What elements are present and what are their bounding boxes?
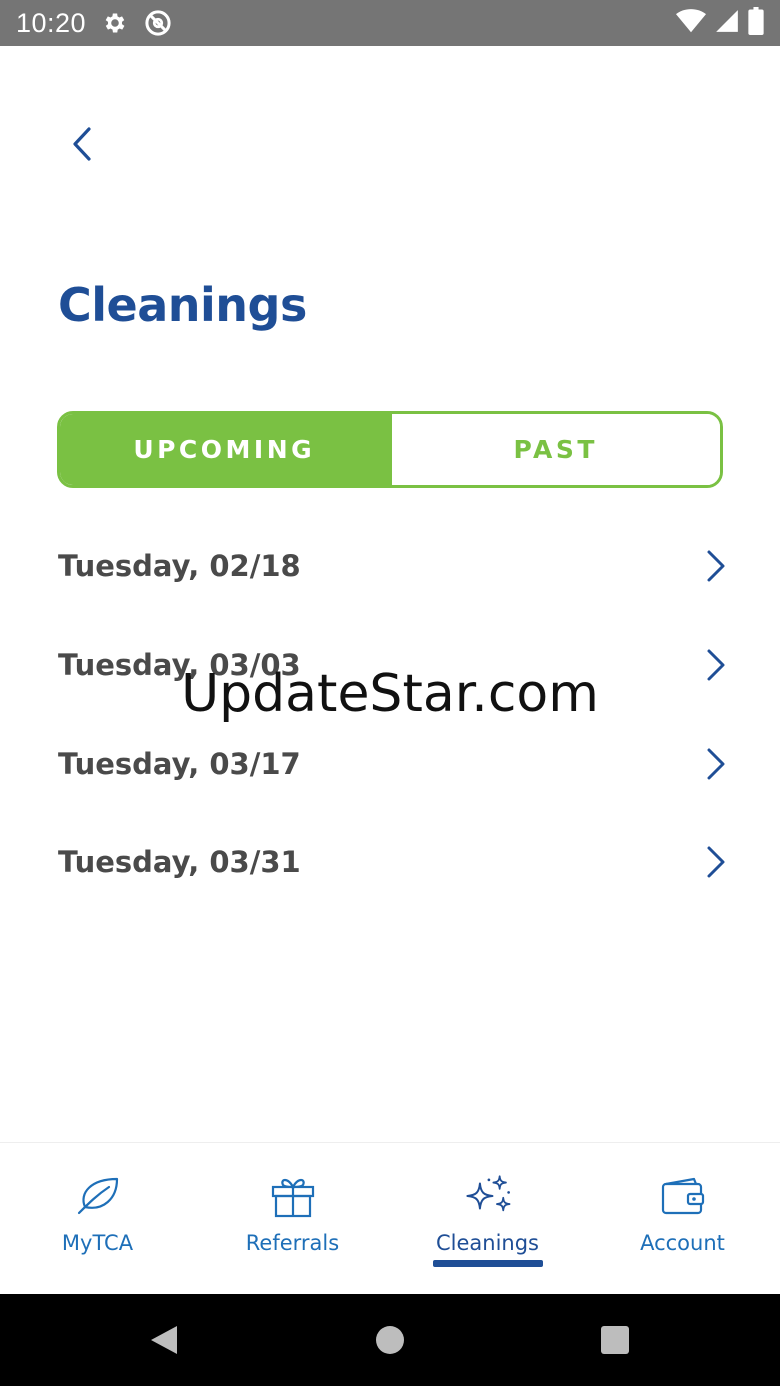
leaf-icon [72,1171,124,1221]
home-circle-icon[interactable] [372,1322,408,1358]
status-time: 10:20 [16,7,87,38]
nav-item-referrals[interactable]: Referrals [195,1143,390,1294]
gear-icon [102,10,128,36]
no-sync-icon [144,9,172,37]
cleaning-date-label: Tuesday, 03/03 [58,648,301,683]
cleaning-row-2[interactable]: Tuesday, 03/03 [0,616,780,715]
cleanings-tabs: UPCOMING PAST [57,411,723,488]
chevron-right-icon [704,746,728,782]
chevron-right-icon [704,548,728,584]
battery-icon [748,6,764,40]
recents-square-icon[interactable] [597,1322,633,1358]
nav-item-mytca[interactable]: MyTCA [0,1143,195,1294]
nav-label: MyTCA [61,1231,134,1255]
signal-icon [714,8,740,39]
nav-label: Cleanings [435,1231,539,1255]
chevron-right-icon [704,647,728,683]
tab-upcoming[interactable]: UPCOMING [60,414,389,485]
cleaning-row-3[interactable]: Tuesday, 03/17 [0,714,780,813]
back-button[interactable] [58,118,106,174]
nav-label: Account [640,1231,725,1255]
cleanings-list: Tuesday, 02/18 Tuesday, 03/03 Tuesday, 0… [0,517,780,912]
sparkles-icon [462,1171,514,1221]
tab-past[interactable]: PAST [388,414,720,485]
wallet-icon [657,1171,709,1221]
wifi-icon [676,8,706,39]
status-icons-right [676,6,764,40]
cleaning-row-4[interactable]: Tuesday, 03/31 [0,813,780,912]
nav-label: Referrals [245,1231,340,1255]
nav-item-account[interactable]: Account [585,1143,780,1294]
active-tab-indicator [432,1260,543,1267]
gift-icon [267,1171,319,1221]
back-triangle-icon[interactable] [146,1318,182,1362]
nav-item-cleanings[interactable]: Cleanings [390,1143,585,1294]
page-title: Cleanings [58,278,307,332]
chevron-right-icon [704,844,728,880]
bottom-nav: MyTCA Referrals Cleanings Account [0,1142,780,1294]
cleaning-date-label: Tuesday, 02/18 [58,549,301,584]
cleaning-row-1[interactable]: Tuesday, 02/18 [0,517,780,616]
cleaning-date-label: Tuesday, 03/31 [58,845,301,880]
status-bar: 10:20 [0,0,780,46]
system-nav-bar [0,1294,780,1386]
chevron-left-icon [71,126,93,167]
cleaning-date-label: Tuesday, 03/17 [58,746,301,781]
